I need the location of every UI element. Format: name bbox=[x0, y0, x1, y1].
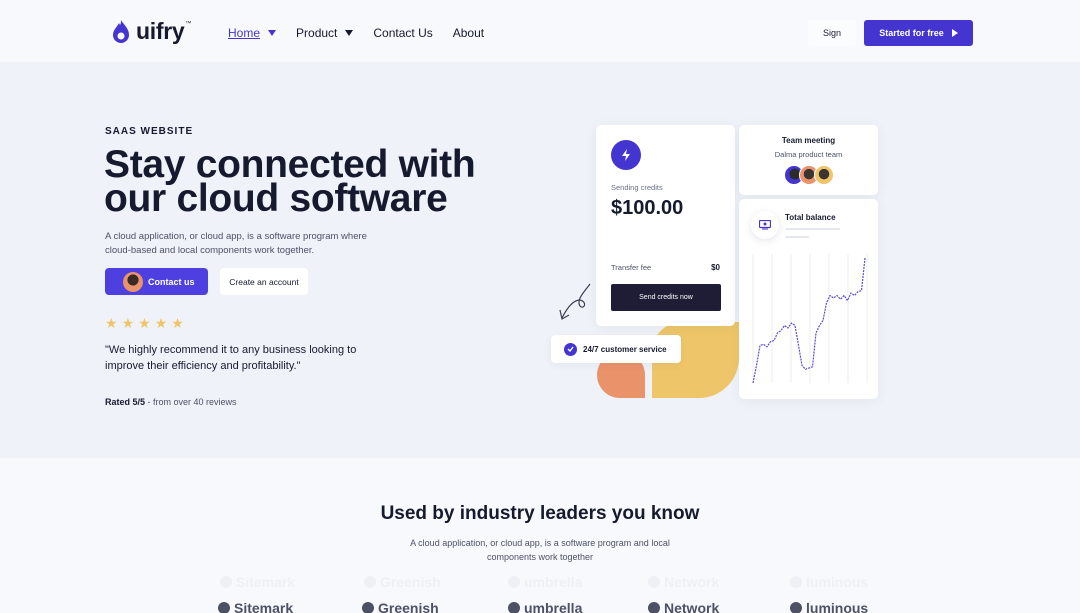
umbrella-icon bbox=[508, 602, 520, 613]
create-account-button[interactable]: Create an account bbox=[220, 268, 308, 295]
chevron-down-icon bbox=[268, 30, 277, 36]
sending-credits-card: Sending credits $100.00 Transfer fee $0 … bbox=[596, 125, 735, 326]
brand-name: luminous bbox=[806, 574, 869, 590]
nav-contact-label: Contact Us bbox=[373, 26, 433, 40]
star-icon: ★ bbox=[171, 315, 184, 331]
umbrella-icon bbox=[508, 576, 520, 588]
flame-logo-icon bbox=[113, 19, 129, 43]
brand-name: umbrella bbox=[524, 600, 583, 613]
testimonial-quote: "We highly recommend it to any business … bbox=[105, 344, 357, 372]
leaders-heading: Used by industry leaders you know bbox=[380, 503, 700, 524]
star-icon: ★ bbox=[154, 315, 168, 331]
nav-product[interactable]: Product bbox=[296, 26, 354, 40]
brand-name: luminous bbox=[806, 600, 869, 613]
brand-name: Sitemark bbox=[236, 574, 296, 590]
brand-name: Network bbox=[664, 600, 720, 613]
check-icon bbox=[564, 342, 577, 356]
team-avatars bbox=[784, 165, 834, 185]
start-free-button[interactable]: Started for free bbox=[864, 20, 973, 46]
nav-about-label: About bbox=[452, 26, 485, 40]
network-icon bbox=[648, 602, 660, 613]
brand-logo-luminous: luminous bbox=[790, 600, 868, 613]
start-free-label: Started for free bbox=[879, 28, 944, 38]
rating-stars: ★ ★ ★ ★ ★ bbox=[105, 316, 184, 330]
trademark: ™ bbox=[185, 20, 192, 27]
transfer-fee-label: Transfer fee bbox=[611, 263, 652, 272]
play-icon bbox=[951, 29, 958, 37]
curved-arrow-icon bbox=[559, 283, 591, 320]
contact-us-label: Contact us bbox=[148, 276, 195, 287]
hero-headline: Stay connected with our cloud software bbox=[104, 145, 524, 218]
rating-rest: - from over 40 reviews bbox=[145, 397, 237, 407]
brand-name: uifry bbox=[136, 18, 185, 44]
hero-eyebrow: SAAS WEBSITE bbox=[105, 126, 194, 137]
wallet-icon bbox=[751, 211, 779, 239]
sign-button[interactable]: Sign bbox=[808, 20, 856, 46]
network-icon bbox=[648, 576, 660, 588]
total-balance-title: Total balance bbox=[785, 213, 836, 222]
hero-section: SAAS WEBSITE Stay connected with our clo… bbox=[0, 62, 1080, 458]
star-icon: ★ bbox=[138, 315, 151, 331]
brand-name: Network bbox=[664, 574, 720, 590]
brand-name: umbrella bbox=[524, 574, 583, 590]
sending-credits-label: Sending credits bbox=[611, 183, 663, 192]
placeholder-line bbox=[785, 236, 809, 238]
avatar bbox=[814, 165, 834, 185]
star-icon: ★ bbox=[105, 315, 118, 331]
lightning-icon bbox=[611, 140, 641, 170]
greenish-icon bbox=[362, 602, 374, 613]
rating-bold: Rated 5/5 bbox=[105, 397, 146, 407]
team-meeting-subtitle: Dalma product team bbox=[774, 150, 843, 159]
sitemark-icon bbox=[220, 576, 232, 588]
brand-logo-network: Network bbox=[648, 600, 719, 613]
nav-home-label: Home bbox=[228, 26, 261, 40]
brand-name: Greenish bbox=[380, 574, 441, 590]
brand-name: Sitemark bbox=[234, 600, 294, 613]
brand-logo-sitemark: Sitemark bbox=[218, 600, 293, 613]
transfer-fee-value: $0 bbox=[711, 263, 720, 272]
brand-logo-network: Network bbox=[648, 574, 719, 590]
customer-service-badge: 24/7 customer service bbox=[551, 335, 681, 363]
brand-logo-umbrella: umbrella bbox=[508, 574, 582, 590]
sitemark-icon bbox=[218, 602, 230, 613]
greenish-icon bbox=[364, 576, 376, 588]
placeholder-line bbox=[785, 228, 840, 230]
hero-subtitle: A cloud application, or cloud app, is a … bbox=[105, 231, 367, 256]
nav-contact[interactable]: Contact Us bbox=[373, 26, 432, 40]
brand-logo-sitemark: Sitemark bbox=[220, 574, 295, 590]
headline-line-2: our cloud software bbox=[104, 177, 448, 220]
team-meeting-card: Team meeting Dalma product team bbox=[739, 125, 878, 195]
brand-logo-greenish: Greenish bbox=[364, 574, 441, 590]
nav-about[interactable]: About bbox=[453, 26, 484, 40]
balance-line-chart bbox=[752, 254, 868, 384]
send-credits-button[interactable]: Send credits now bbox=[611, 284, 721, 311]
team-meeting-title: Team meeting bbox=[781, 136, 836, 145]
brand-logo-luminous: luminous bbox=[790, 574, 868, 590]
rating-summary: Rated 5/5 - from over 40 reviews bbox=[105, 397, 237, 407]
contact-us-button[interactable]: Contact us bbox=[105, 268, 208, 295]
leaders-subtitle: A cloud application, or cloud app, is a … bbox=[410, 538, 670, 562]
luminous-icon bbox=[790, 576, 802, 588]
sending-credits-amount: $100.00 bbox=[611, 197, 684, 219]
top-navbar: uifry ™ Home Product Contact Us About Si… bbox=[0, 0, 1080, 62]
brand-logo[interactable]: uifry ™ bbox=[111, 18, 195, 45]
nav-home[interactable]: Home bbox=[228, 26, 277, 40]
brand-logo-umbrella: umbrella bbox=[508, 600, 582, 613]
luminous-icon bbox=[790, 602, 802, 613]
chevron-down-icon bbox=[345, 30, 354, 36]
nav-product-label: Product bbox=[296, 26, 338, 40]
star-icon: ★ bbox=[121, 315, 135, 331]
total-balance-card: Total balance bbox=[739, 199, 878, 399]
avatar bbox=[123, 271, 143, 292]
customer-service-label: 24/7 customer service bbox=[583, 344, 667, 354]
brand-name: Greenish bbox=[378, 600, 439, 613]
nav-links: Home Product Contact Us About bbox=[228, 26, 504, 40]
brand-logo-greenish: Greenish bbox=[362, 600, 439, 613]
